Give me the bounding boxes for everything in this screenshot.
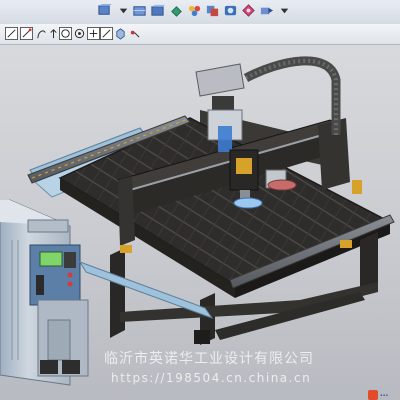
render-icon[interactable] (276, 2, 293, 19)
logo-mark-icon (368, 390, 378, 400)
motor-housing (195, 63, 245, 97)
color-palette-icon[interactable] (222, 2, 239, 19)
point-snap-icon[interactable] (127, 26, 142, 41)
spindle-head (233, 197, 263, 209)
settings-icon[interactable] (258, 2, 275, 19)
box-snap-icon[interactable] (113, 26, 128, 41)
snap-toolbar (0, 24, 400, 45)
watermark-url: https://198504.cn.china.cn (111, 371, 312, 385)
logo-text: ⋯ (380, 390, 388, 400)
limit-switch-left (120, 245, 132, 253)
center-snap-icon[interactable] (58, 26, 73, 41)
shade-mode-icon[interactable] (131, 2, 148, 19)
material-icon[interactable] (240, 2, 257, 19)
view-cube-icon[interactable] (96, 2, 113, 19)
main-toolbar (0, 0, 400, 25)
dropdown-icon[interactable] (115, 2, 132, 19)
assembly-icon[interactable] (204, 2, 221, 19)
cnc-router-model (0, 56, 395, 386)
watermark-company: 临沂市英诺华工业设计有限公司 (104, 351, 314, 367)
quadrant-snap-icon[interactable] (72, 26, 87, 41)
corner-logo: ⋯ (368, 390, 400, 400)
end-point-snap-icon[interactable] (19, 26, 34, 41)
wireframe-icon[interactable] (149, 2, 166, 19)
model-viewport[interactable]: 临沂市英诺华工业设计有限公司 https://198504.cn.china.c… (0, 45, 400, 400)
display-screen (39, 251, 63, 267)
slash-snap-icon[interactable] (99, 26, 114, 41)
hidden-edge-icon[interactable] (168, 2, 185, 19)
limit-switch-right (340, 240, 352, 248)
gantry-left-plate (118, 176, 135, 246)
line-snap-icon[interactable] (4, 26, 19, 41)
section-view-icon[interactable] (186, 2, 203, 19)
